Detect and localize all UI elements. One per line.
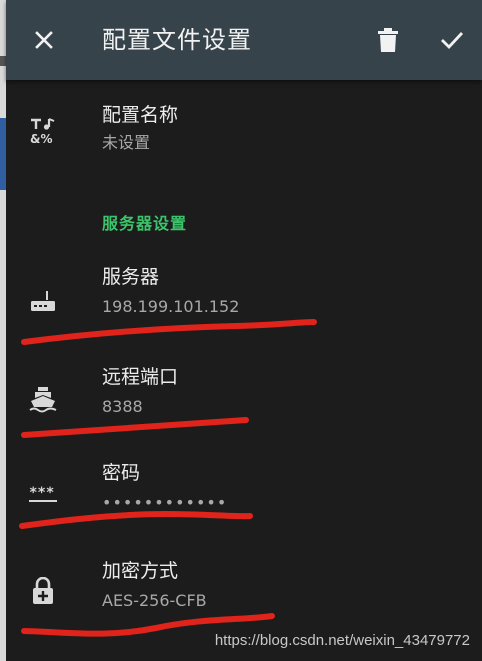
delete-button[interactable] (368, 20, 408, 60)
profile-name-row[interactable]: &% 配置名称 未设置 (6, 100, 482, 170)
password-row[interactable]: *** 密码 •••••••••••• (6, 460, 482, 534)
password-value: •••••••••••• (102, 493, 228, 512)
close-icon (35, 31, 53, 49)
password-icon: *** (26, 478, 60, 512)
encryption-method-label: 加密方式 (102, 560, 179, 582)
watermark-url: https://blog.csdn.net/weixin_43479772 (214, 632, 470, 649)
remote-port-value: 8388 (102, 397, 143, 416)
password-label: 密码 (102, 462, 141, 484)
profile-name-value: 未设置 (102, 133, 151, 152)
lock-icon (26, 574, 60, 608)
remote-port-row[interactable]: 远程端口 8388 (6, 364, 482, 438)
encryption-method-value: AES-256-CFB (102, 591, 207, 610)
delete-icon (378, 28, 398, 52)
server-row[interactable]: 服务器 198.199.101.152 (6, 264, 482, 338)
ship-icon (26, 382, 60, 416)
router-icon (26, 284, 60, 318)
app-bar: 配置文件设置 (6, 0, 482, 80)
close-button[interactable] (24, 20, 64, 60)
check-icon (441, 32, 464, 50)
encryption-method-row[interactable]: 加密方式 AES-256-CFB (6, 558, 482, 632)
server-value: 198.199.101.152 (102, 297, 240, 316)
server-label: 服务器 (102, 266, 160, 288)
settings-list: &% 配置名称 未设置 服务器设置 服务器 198.199.101.152 远程… (6, 80, 482, 661)
page-title: 配置文件设置 (102, 26, 252, 54)
text-format-icon: &% (26, 114, 60, 148)
remote-port-label: 远程端口 (102, 366, 179, 388)
svg-text:***: *** (29, 485, 54, 501)
svg-text:&%: &% (30, 132, 53, 145)
confirm-button[interactable] (432, 20, 472, 60)
server-settings-header: 服务器设置 (102, 214, 188, 233)
profile-name-label: 配置名称 (102, 104, 179, 126)
